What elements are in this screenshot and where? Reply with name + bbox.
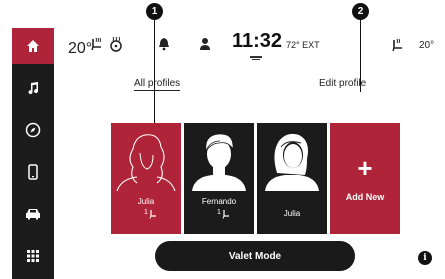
exterior-temperature: 72° EXT xyxy=(286,40,320,50)
profile-avatar-female xyxy=(265,133,319,191)
plus-icon: + xyxy=(357,153,373,183)
valet-mode-button[interactable]: Valet Mode xyxy=(155,241,355,271)
user-profile-icon[interactable] xyxy=(199,37,211,51)
sidebar-item-apps[interactable] xyxy=(12,238,54,274)
clock-indicator-line xyxy=(252,59,260,60)
tab-all-profiles[interactable]: All profiles xyxy=(134,78,181,91)
sidebar-item-home[interactable] xyxy=(12,28,54,64)
profile-card-julia[interactable]: Julia xyxy=(257,123,327,234)
sidebar xyxy=(12,28,54,279)
car-icon xyxy=(26,209,40,220)
sidebar-item-vehicle[interactable] xyxy=(12,196,54,232)
sidebar-item-media[interactable] xyxy=(12,70,54,106)
profile-avatar-outline xyxy=(116,134,176,191)
clock-indicator xyxy=(250,56,262,58)
callout-marker-1: 1 xyxy=(146,3,163,20)
callout-leader-2 xyxy=(360,20,361,92)
sidebar-item-phone[interactable] xyxy=(12,154,54,190)
profile-name: Fernando xyxy=(201,197,237,206)
seat-icon xyxy=(149,210,156,219)
clock: 11:32 xyxy=(232,30,283,52)
passenger-seat-heat-icon[interactable] xyxy=(389,37,405,53)
callout-marker-2: 2 xyxy=(352,3,369,20)
music-note-icon xyxy=(28,82,39,95)
seat-icon xyxy=(222,210,229,219)
steering-wheel-heat-icon[interactable] xyxy=(108,36,124,52)
profile-card-julia-selected[interactable]: Julia 1 xyxy=(111,123,181,234)
profile-seat-memory: 1 xyxy=(144,209,148,216)
add-new-label: Add New xyxy=(345,192,385,202)
compass-icon xyxy=(25,122,41,138)
right-climate-temp[interactable]: 20° xyxy=(419,40,434,51)
info-icon[interactable]: i xyxy=(418,251,432,265)
valet-mode-label: Valet Mode xyxy=(228,250,282,262)
add-new-profile-button[interactable]: + Add New xyxy=(330,123,400,234)
profile-avatar-male xyxy=(192,133,246,191)
seat-heat-icon[interactable] xyxy=(89,36,105,52)
profile-card-fernando[interactable]: Fernando 1 xyxy=(184,123,254,234)
home-icon xyxy=(27,40,39,52)
callout-leader-1 xyxy=(154,20,155,130)
infotainment-screen: 20° 11:32 72° EXT 20° All profiles Edit … xyxy=(0,0,445,279)
sidebar-item-navigation[interactable] xyxy=(12,112,54,148)
profile-name: Julia xyxy=(137,197,155,206)
phone-icon xyxy=(28,164,38,180)
notification-bell-icon[interactable] xyxy=(158,37,170,51)
profile-seat-memory: 1 xyxy=(217,209,221,216)
apps-grid-icon xyxy=(27,250,39,262)
profile-name: Julia xyxy=(283,209,301,218)
